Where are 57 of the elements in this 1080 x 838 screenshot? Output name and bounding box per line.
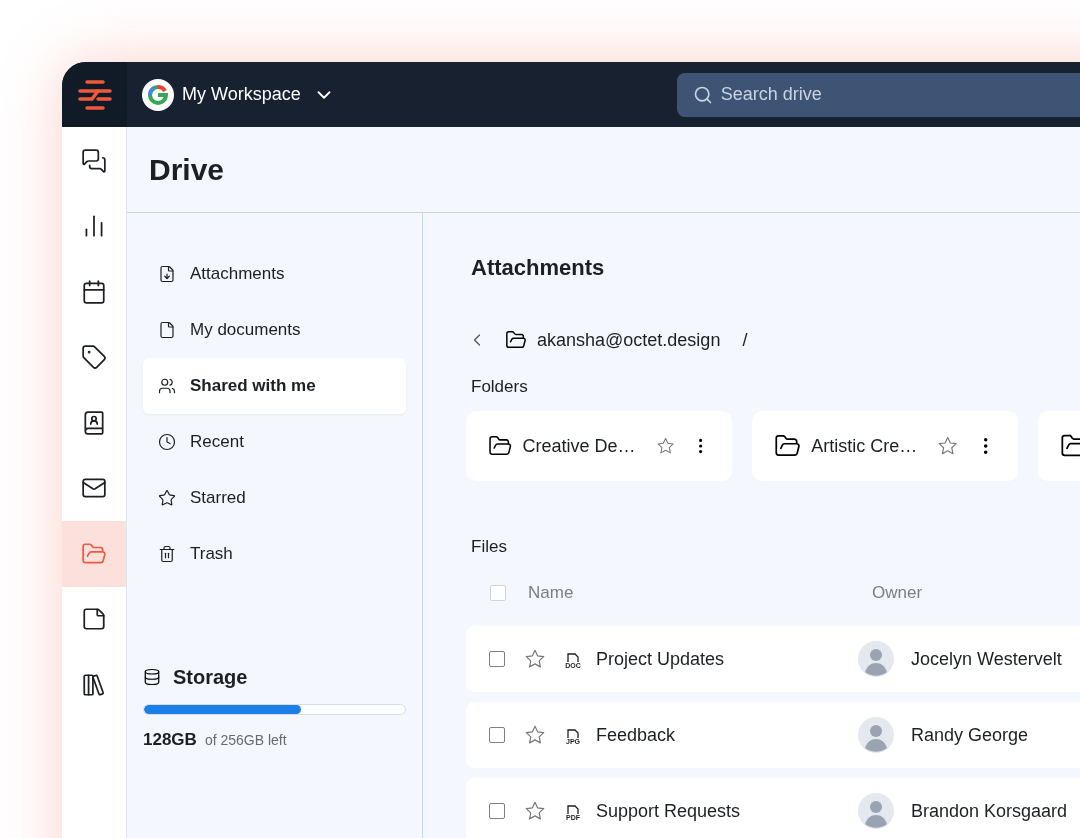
shared-icon	[158, 377, 176, 395]
recent-icon	[158, 433, 176, 451]
section-title: Attachments	[471, 254, 606, 282]
sidebar-item[interactable]: Starred	[143, 470, 406, 526]
contacts-icon	[81, 409, 107, 436]
star-icon[interactable]	[937, 435, 959, 457]
checkbox[interactable]	[489, 803, 505, 819]
star-icon[interactable]	[524, 724, 546, 746]
storage-title: Storage	[173, 665, 248, 690]
file-name: Support Requests	[596, 799, 742, 823]
file-name: Project Updates	[596, 647, 726, 671]
checkbox[interactable]	[489, 651, 505, 667]
breadcrumb-link[interactable]: akansha@octet.design	[537, 326, 721, 354]
books-icon	[81, 671, 107, 698]
file-name: Feedback	[596, 723, 677, 747]
calendar-icon	[81, 278, 107, 305]
star-icon[interactable]	[524, 800, 546, 822]
folder-card[interactable]: Creative De…	[466, 411, 732, 481]
avatar-silhouette	[858, 641, 894, 677]
folder-name: Artistic Cre…	[811, 434, 918, 458]
owner-name: Randy George	[911, 723, 1029, 747]
search-icon	[692, 84, 713, 105]
trash-icon	[158, 545, 176, 563]
folders-heading: Folders	[471, 376, 529, 398]
owner-name: Jocelyn Westervelt	[911, 647, 1062, 671]
starred-icon	[158, 489, 176, 507]
documents-icon	[158, 321, 176, 339]
breadcrumb-separator: /	[742, 328, 748, 352]
sidebar-item[interactable]: Recent	[143, 414, 406, 470]
storage-total: of 256GB left	[204, 731, 287, 750]
sidebar-item[interactable]: Attachments	[143, 246, 406, 302]
column-header: Name	[528, 582, 575, 605]
workspace-name[interactable]: My Workspace	[182, 81, 301, 108]
folder-card[interactable]: Artistic Cre…	[752, 411, 1018, 481]
attachments-icon	[158, 265, 176, 283]
avatar-silhouette	[858, 717, 894, 753]
tag-icon	[81, 344, 107, 371]
workspace-logo-icon	[142, 78, 174, 111]
star-icon[interactable]	[524, 648, 546, 670]
notes-icon	[81, 606, 107, 633]
column-header: Owner	[872, 582, 923, 605]
avatar-silhouette	[858, 793, 894, 829]
storage-used: 128GB	[143, 729, 197, 751]
sidebar-item[interactable]: Shared with me	[143, 358, 406, 414]
sidebar-item[interactable]: Trash	[143, 526, 406, 582]
files-heading: Files	[471, 536, 508, 558]
database-icon	[143, 668, 161, 686]
owner-name: Brandon Korsgaard	[911, 799, 1068, 823]
page-title: Drive	[149, 152, 225, 188]
chat-icon	[81, 147, 107, 174]
folder-name: Creative De…	[522, 434, 636, 458]
checkbox[interactable]	[489, 727, 505, 743]
logo-icon	[76, 78, 113, 111]
search-field[interactable]: Search drive	[676, 72, 1080, 117]
folder-icon	[505, 329, 527, 351]
sidebar-item[interactable]: My documents	[143, 302, 406, 358]
folder-icon	[81, 540, 107, 567]
